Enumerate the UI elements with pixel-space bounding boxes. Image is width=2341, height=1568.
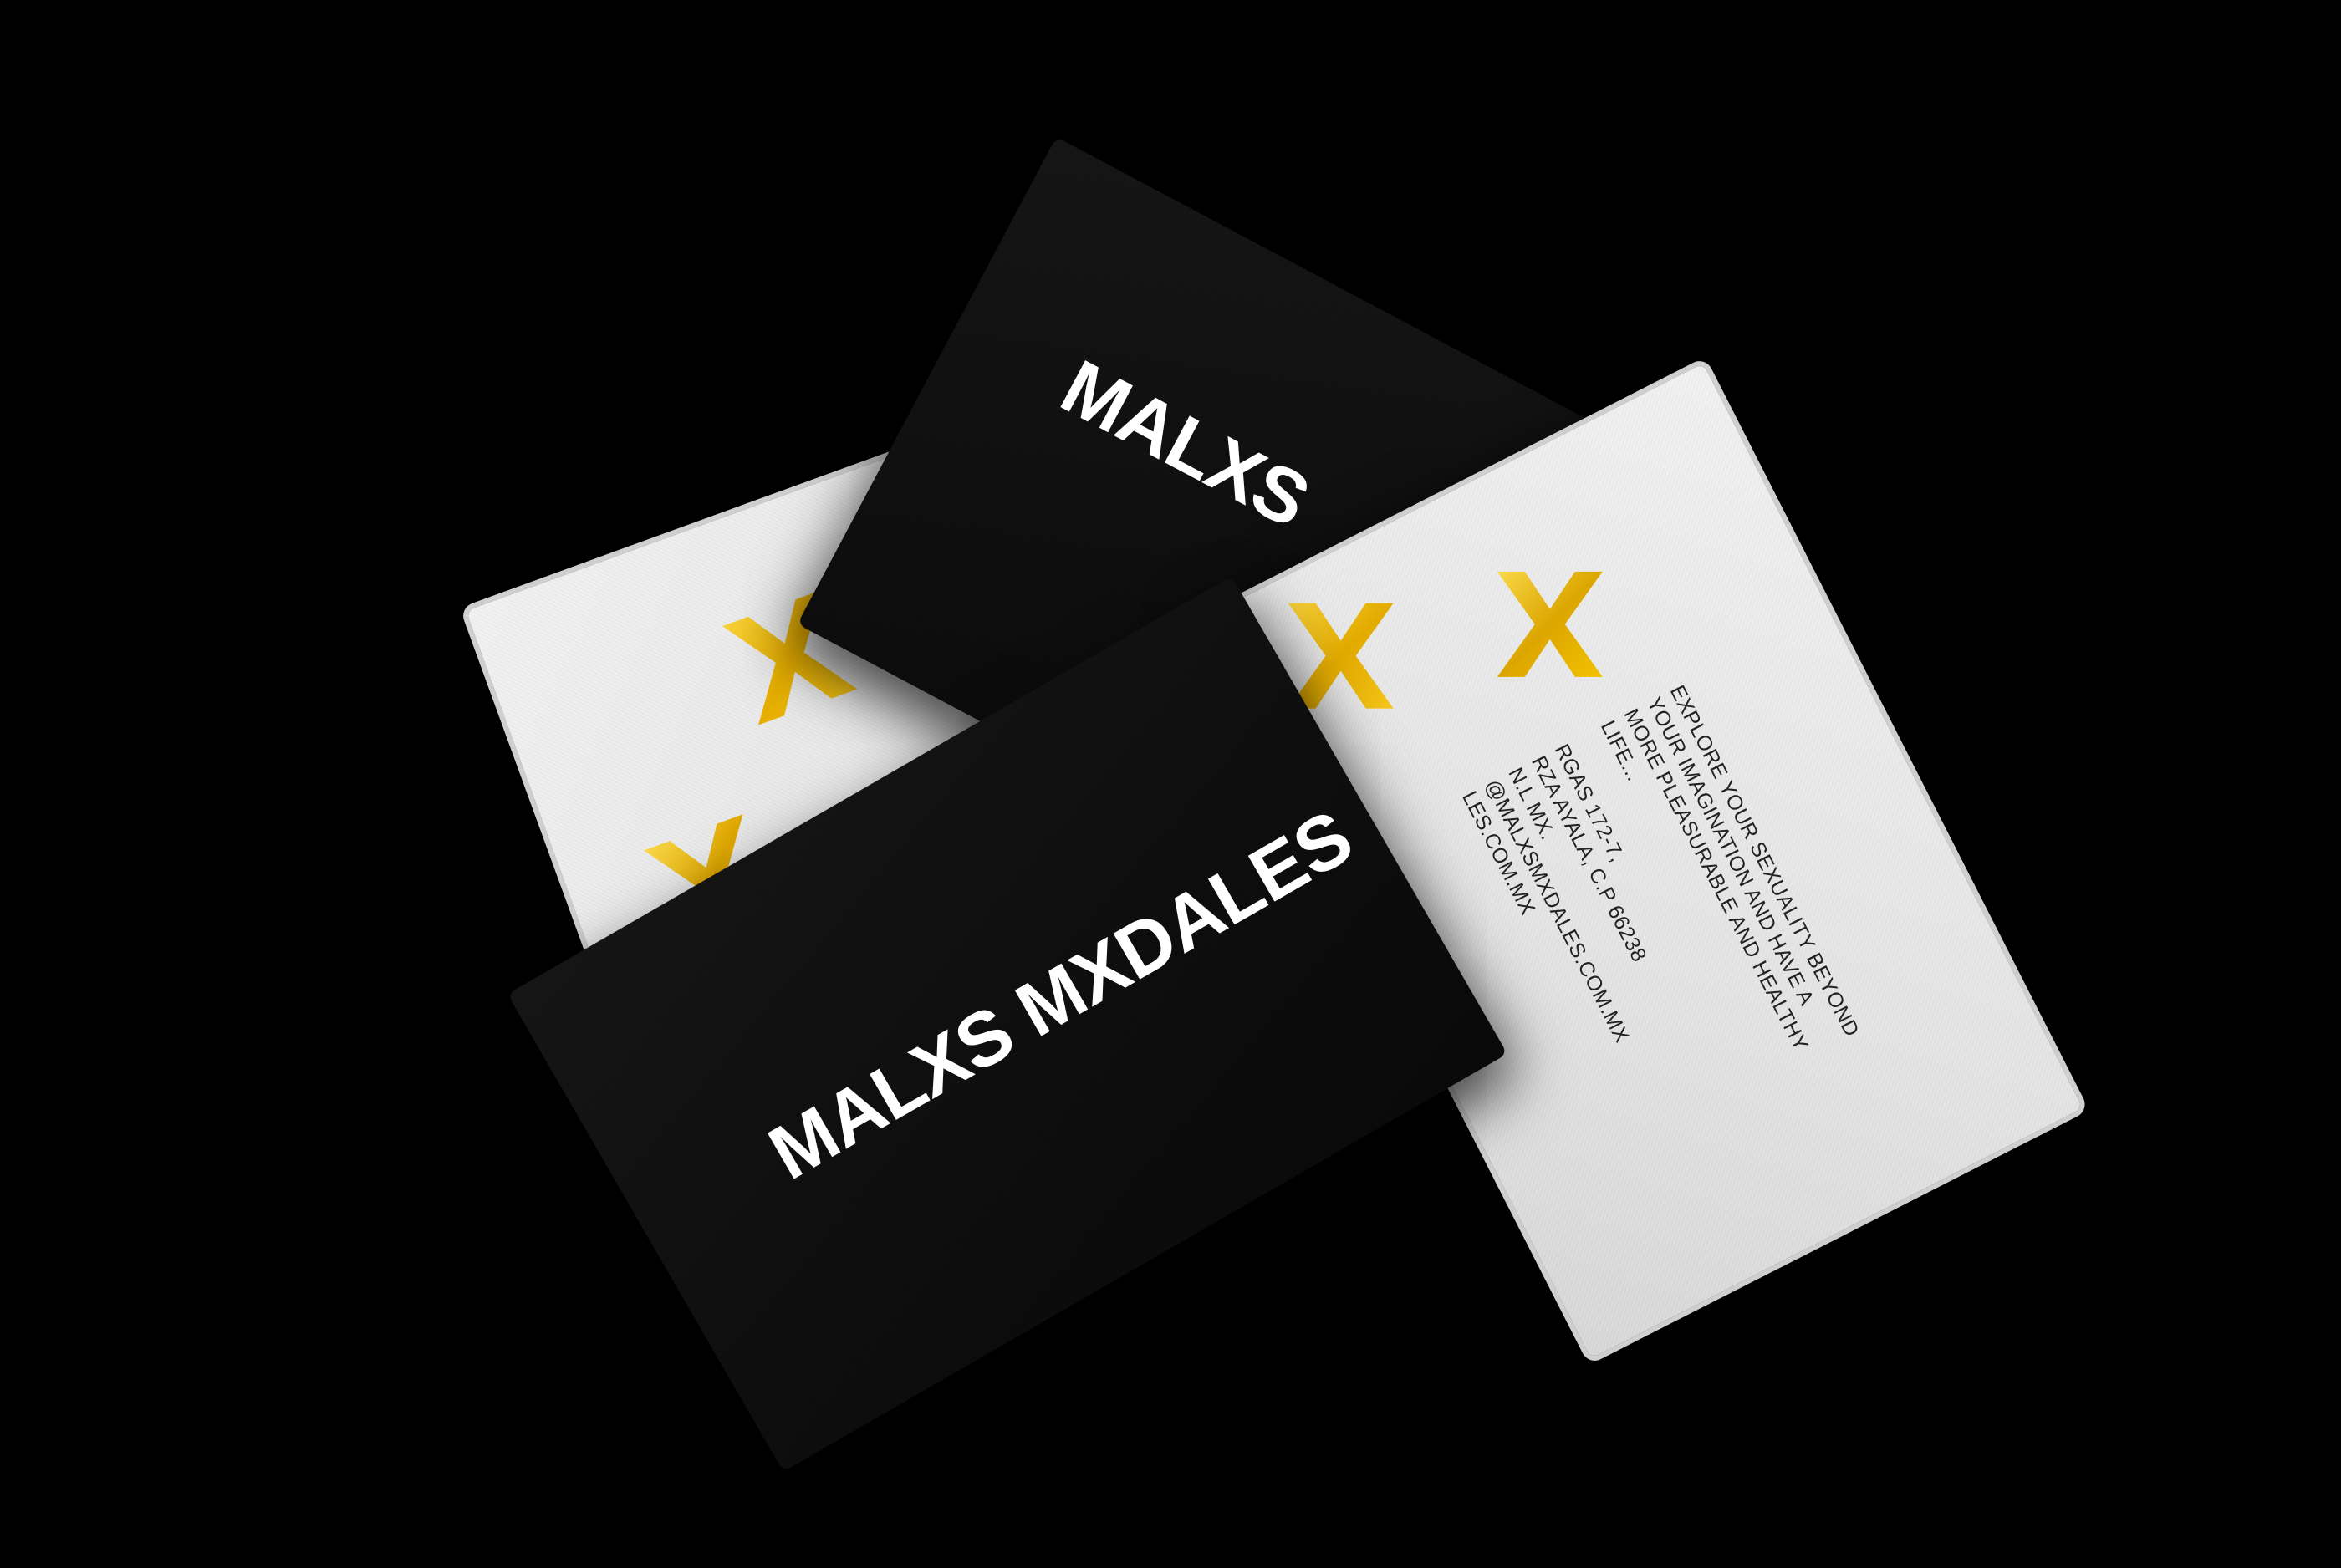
brand-name-partial: MALXS	[1048, 344, 1323, 544]
gold-x-icon	[1497, 571, 1603, 677]
business-card-scene: × MALXS	[0, 0, 2341, 1568]
brand-name: MALXS MXDALES	[755, 794, 1366, 1196]
